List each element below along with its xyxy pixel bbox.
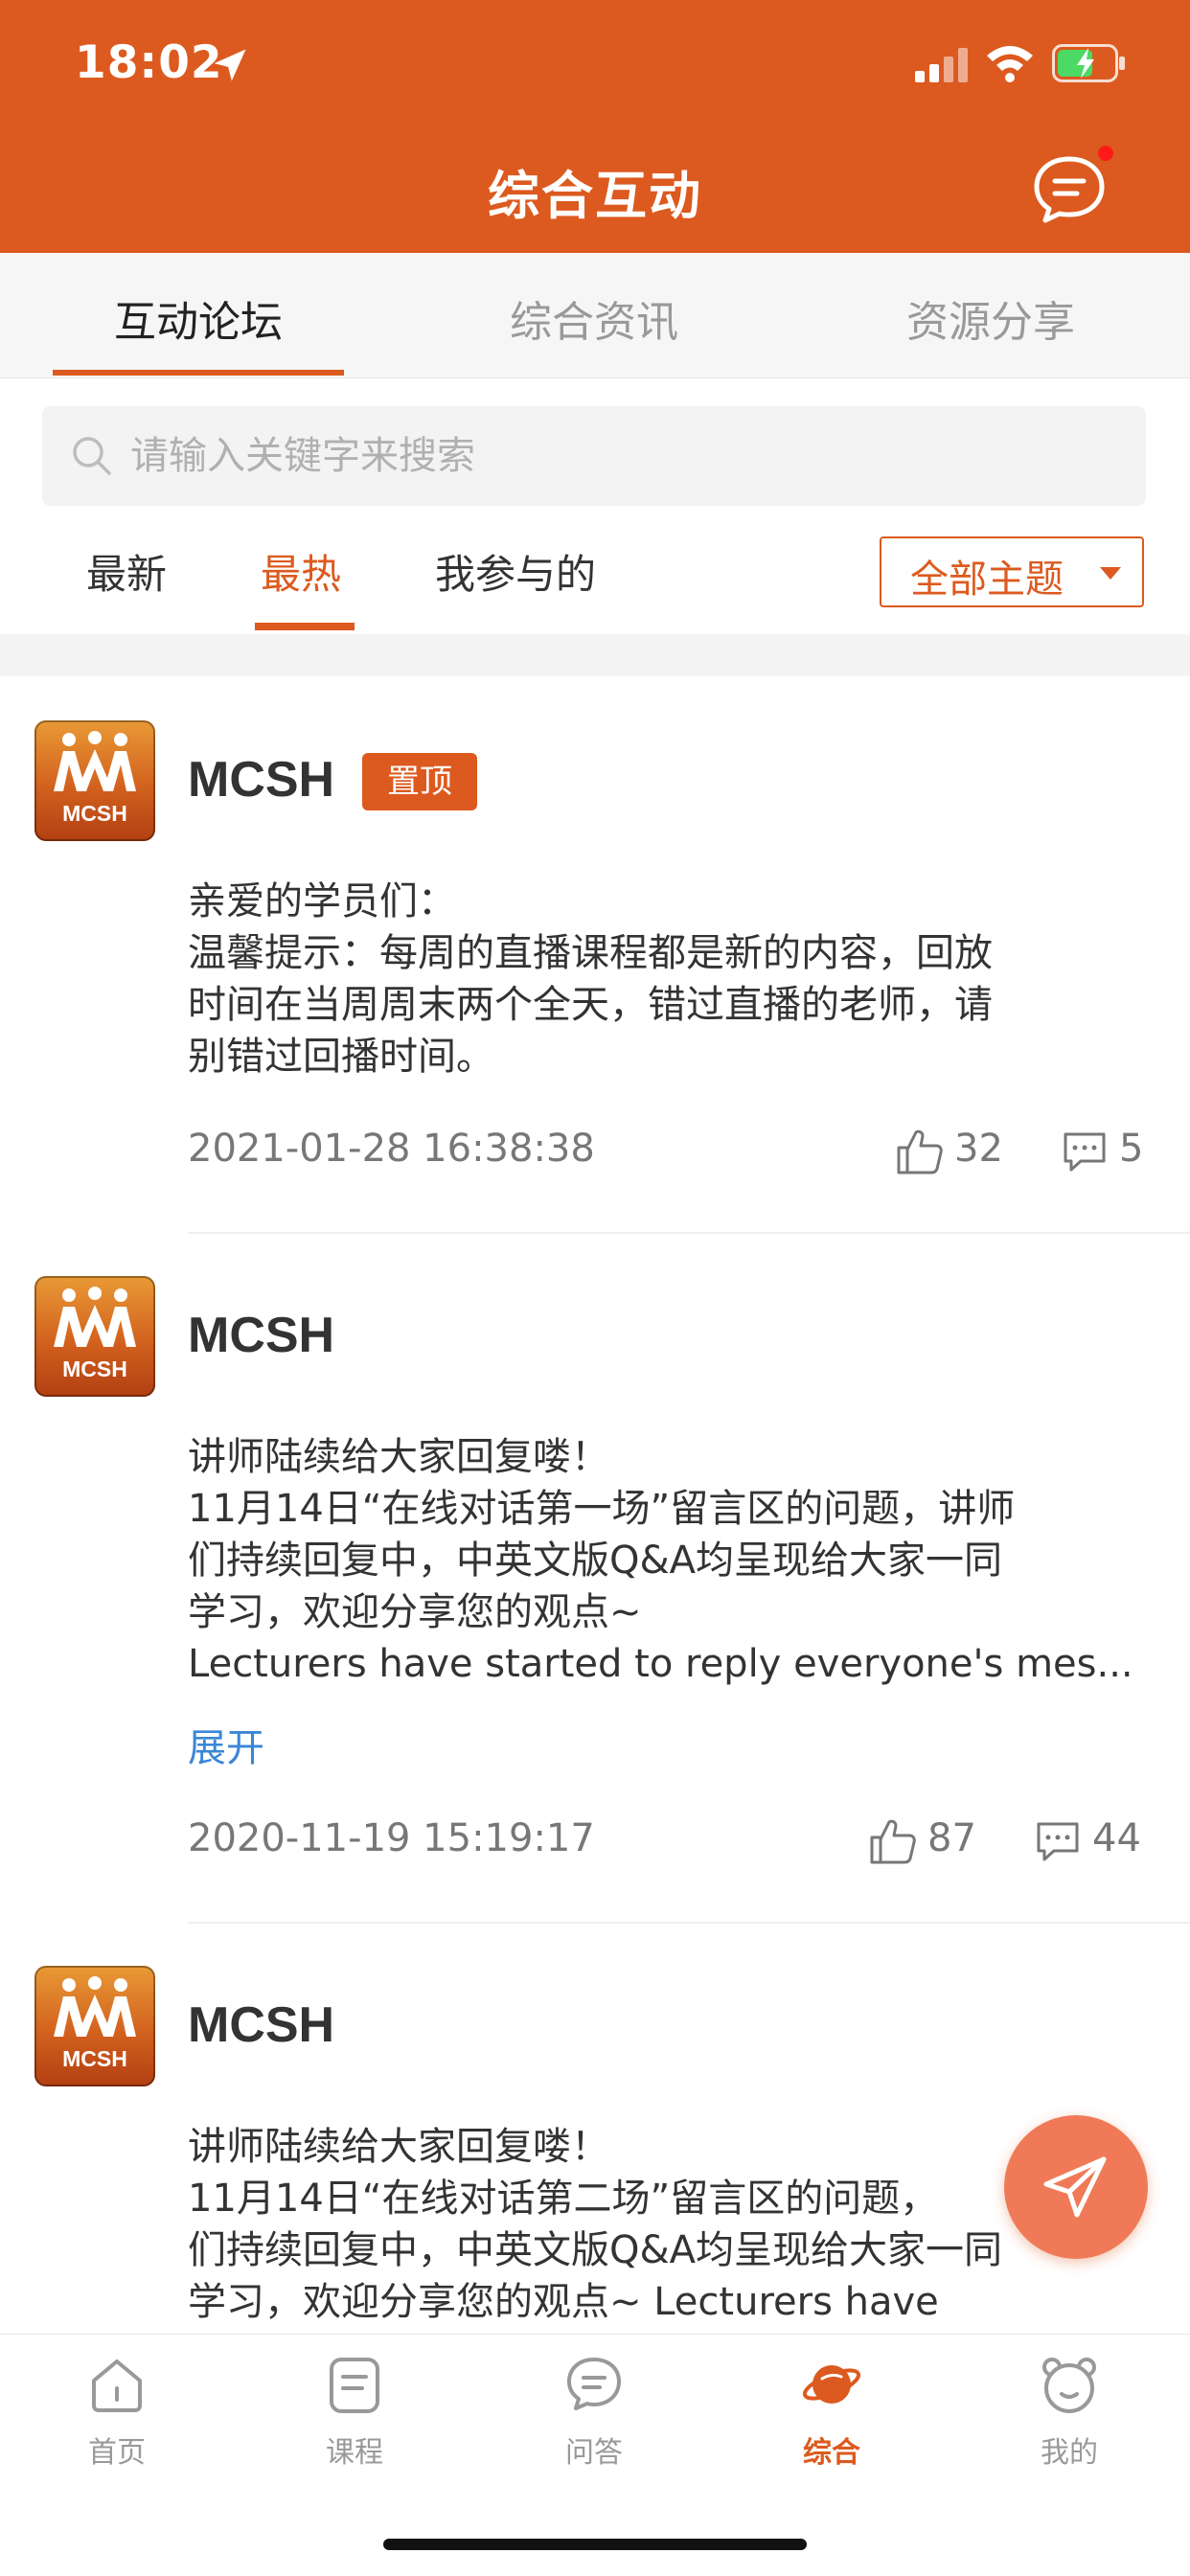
post-separator [188,1232,1190,1234]
post-author: MCSH [188,1997,335,2053]
post-separator [188,1922,1190,1924]
like-count: 87 [927,1816,976,1860]
sub-tab-indicator [255,623,355,630]
post-line: 讲师陆续给大家回复喽！ [188,2125,609,2169]
bear-icon [1042,2358,1096,2413]
avatar-logo-text: MCSH [62,801,127,826]
top-tabs: 互动论坛 综合资讯 资源分享 [0,253,1190,378]
nav-item-qa[interactable]: 问答 [517,2354,671,2488]
post-line: 11月14日“在线对话第二场”留言区的问题， [188,2177,939,2221]
pinned-badge: 置顶 [362,753,477,810]
message-button[interactable] [1031,153,1108,226]
course-icon [330,2358,379,2413]
logo-figures-icon [54,1287,136,1347]
caret-down-icon [1100,567,1121,580]
post-author: MCSH [188,1308,335,1363]
post-line: 们持续回复中，中英文版Q&A均呈现给大家一同 [188,1539,1003,1583]
home-indicator [383,2539,807,2550]
home-icon [92,2359,142,2412]
paper-plane-icon [1043,2156,1107,2218]
post-line: 讲师陆续给大家回复喽！ [188,1435,609,1479]
nav-item-home[interactable]: 首页 [40,2354,194,2488]
avatar-logo-text: MCSH [62,1356,127,1381]
page-title: 综合互动 [488,166,702,226]
nav-item-general[interactable]: 综合 [755,2354,908,2488]
tab-resources[interactable]: 资源分享 [847,287,1134,349]
avatar-logo-text: MCSH [62,2046,127,2071]
post-content[interactable]: 讲师陆续给大家回复喽！ 11月14日“在线对话第二场”留言区的问题， 们持续回复… [188,2121,1146,2328]
location-arrow-icon [214,49,246,81]
post-line: 11月14日“在线对话第一场”留言区的问题，讲师 [188,1487,1016,1531]
post-line: 别错过回播时间。 [188,1035,494,1079]
notification-dot [1098,146,1113,161]
comment-icon[interactable] [1060,1127,1110,1176]
post-line: Lecturers have started to reply everyone… [188,1642,1133,1686]
status-time: 18:02 [75,36,223,89]
expand-link[interactable]: 展开 [188,1717,264,1772]
logo-figures-icon [54,1976,136,2037]
search-bar[interactable] [42,406,1146,506]
post-line: 亲爱的学员们： [188,879,456,923]
qa-icon [567,2358,621,2410]
avatar[interactable]: MCSH [34,1966,155,2086]
logo-figures-icon [54,731,136,791]
post-line: 温馨提示：每周的直播课程都是新的内容，回放 [188,931,993,975]
planet-icon [802,2365,861,2404]
thumbs-up-icon[interactable] [868,1816,918,1866]
comment-count: 44 [1092,1816,1141,1860]
battery-charging-icon [1052,44,1125,82]
like-count: 32 [954,1127,1003,1171]
avatar[interactable]: MCSH [34,1276,155,1397]
search-input[interactable] [130,406,1108,506]
active-tab-indicator [53,370,344,376]
comment-count: 5 [1119,1127,1144,1171]
post-timestamp: 2021-01-28 16:38:38 [188,1127,595,1171]
sub-tab-hottest[interactable]: 最热 [261,542,341,601]
nav-label: 首页 [88,2436,146,2470]
comment-icon[interactable] [1033,1816,1083,1866]
nav-label: 问答 [565,2436,623,2470]
post-line: 时间在当周周末两个全天，错过直播的老师，请 [188,983,993,1027]
post-author: MCSH [188,752,335,808]
search-icon [73,437,111,475]
nav-label: 我的 [1041,2436,1098,2470]
section-divider [0,634,1190,676]
post-line: 学习，欢迎分享您的观点~ Lecturers have [188,2280,939,2324]
post-content[interactable]: 讲师陆续给大家回复喽！ 11月14日“在线对话第一场”留言区的问题，讲师 们持续… [188,1431,1146,1690]
topic-filter-label: 全部主题 [910,558,1064,602]
sub-tab-participated[interactable]: 我参与的 [435,542,596,601]
nav-label: 综合 [803,2436,860,2470]
post-content[interactable]: 亲爱的学员们： 温馨提示：每周的直播课程都是新的内容，回放 时间在当周周末两个全… [188,876,1146,1083]
post-line: 们持续回复中，中英文版Q&A均呈现给大家一同 [188,2228,1003,2272]
topic-filter-dropdown[interactable]: 全部主题 [880,536,1144,607]
avatar[interactable]: MCSH [34,720,155,841]
nav-item-mine[interactable]: 我的 [993,2354,1146,2488]
tab-forum[interactable]: 互动论坛 [55,287,342,349]
post-line: 学习，欢迎分享您的观点~ [188,1590,642,1634]
nav-item-course[interactable]: 课程 [278,2354,431,2488]
sub-tab-latest[interactable]: 最新 [86,542,167,601]
new-post-fab[interactable] [1004,2115,1148,2259]
tab-news[interactable]: 综合资讯 [450,287,738,349]
thumbs-up-icon[interactable] [895,1127,945,1176]
cellular-signal-icon [915,48,968,82]
app-header: 18:02 综合互动 [0,0,1190,253]
nav-label: 课程 [326,2436,383,2470]
post-timestamp: 2020-11-19 15:19:17 [188,1816,595,1860]
wifi-icon [987,46,1033,82]
